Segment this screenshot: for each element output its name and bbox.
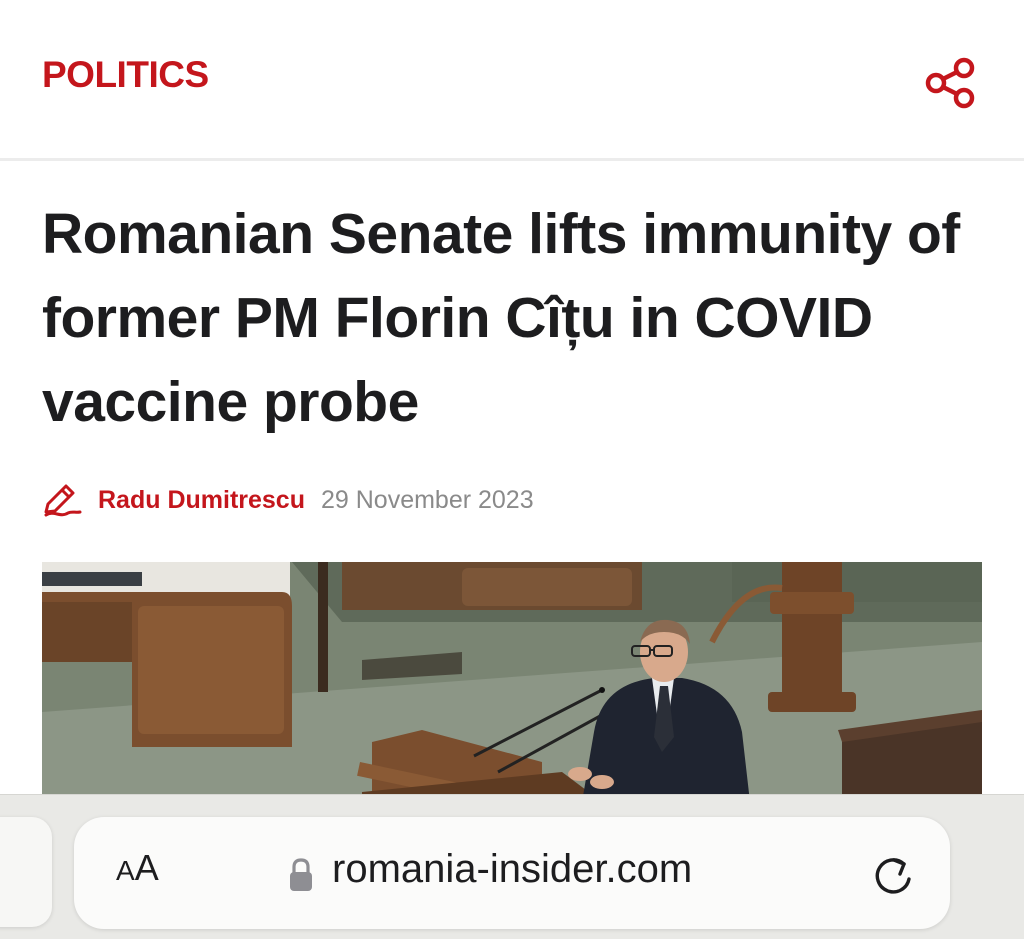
url-text[interactable]: romania-insider.com — [332, 847, 692, 892]
byline: Radu Dumitrescu 29 November 2023 — [42, 480, 534, 520]
previous-tab-stub[interactable] — [0, 817, 52, 927]
article-photo[interactable] — [42, 562, 982, 802]
address-bar[interactable]: A A romania-insider.com — [74, 817, 950, 929]
senate-photo-image — [42, 562, 982, 802]
section-label[interactable]: POLITICS — [42, 54, 209, 96]
header-divider — [0, 158, 1024, 161]
reload-icon[interactable] — [870, 851, 916, 897]
publish-date: 29 November 2023 — [320, 485, 534, 514]
article-header: POLITICS — [0, 0, 1024, 161]
reader-small-a: A — [116, 855, 135, 886]
author-link[interactable]: Radu Dumitrescu — [98, 486, 305, 515]
reader-settings-button[interactable]: A A — [116, 847, 159, 897]
browser-toolbar: A A romania-insider.com — [0, 794, 1024, 939]
pen-icon — [44, 484, 82, 517]
reader-big-a: A — [134, 847, 159, 888]
share-icon[interactable] — [922, 56, 978, 110]
article-title: Romanian Senate lifts immunity of former… — [42, 202, 960, 434]
lock-icon — [290, 858, 312, 891]
